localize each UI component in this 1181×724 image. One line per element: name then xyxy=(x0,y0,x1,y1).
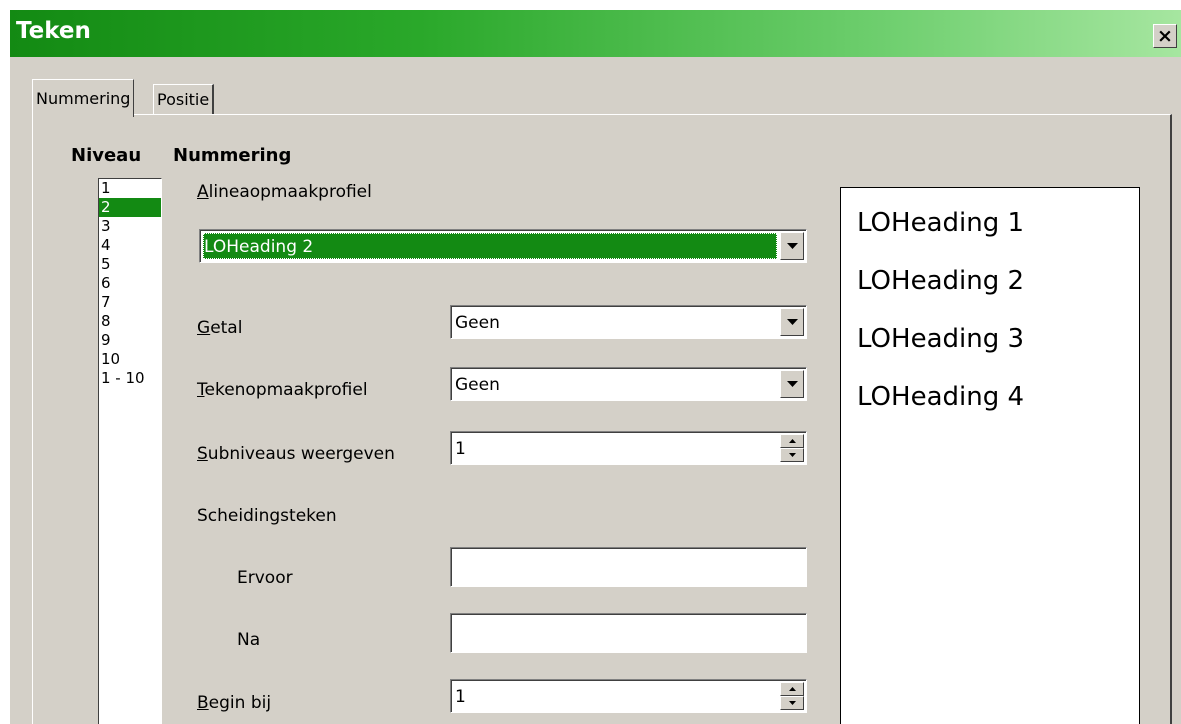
list-item[interactable]: 9 xyxy=(99,331,161,350)
show-sublevels-value: 1 xyxy=(455,439,466,459)
start-at-spinner[interactable]: 1 xyxy=(450,679,807,713)
label-accesskey: G xyxy=(197,318,211,338)
list-item[interactable]: 4 xyxy=(99,236,161,255)
show-sublevels-spinner[interactable]: 1 xyxy=(450,431,807,465)
after-input[interactable] xyxy=(450,613,807,653)
paragraph-style-label: Alineaopmaakprofiel xyxy=(197,182,372,202)
spin-up-button[interactable] xyxy=(780,682,804,696)
label-text: egin bij xyxy=(208,693,272,713)
number-select[interactable]: Geen xyxy=(450,305,807,339)
spin-up-button[interactable] xyxy=(780,434,804,448)
preview-line: LOHeading 2 xyxy=(857,266,1025,296)
arrow-up-icon xyxy=(788,439,796,443)
list-item[interactable]: 1 - 10 xyxy=(99,369,161,388)
start-at-label: Begin bij xyxy=(197,693,271,713)
label-accesskey: A xyxy=(197,182,209,202)
numbering-dialog: Teken × Nummering Positie Niveau Nummeri… xyxy=(10,10,1181,724)
char-style-label: Tekenopmaakprofiel xyxy=(197,380,368,400)
dropdown-button[interactable] xyxy=(780,370,804,398)
chevron-down-icon xyxy=(786,318,798,325)
label-accesskey: S xyxy=(197,444,208,464)
close-button[interactable]: × xyxy=(1153,24,1177,48)
separator-heading: Scheidingsteken xyxy=(197,506,337,526)
list-item-selected[interactable]: 2 xyxy=(99,198,161,217)
after-label: Na xyxy=(237,630,261,650)
chevron-down-icon xyxy=(786,242,798,249)
chevron-down-icon xyxy=(786,380,798,387)
label-text: ekenopmaakprofiel xyxy=(204,380,368,400)
tab-label: Nummering xyxy=(36,89,131,108)
paragraph-style-select[interactable]: LOHeading 2 xyxy=(199,229,807,263)
tab-positie[interactable]: Positie xyxy=(153,84,215,114)
list-item[interactable]: 1 xyxy=(99,179,161,198)
list-item[interactable]: 7 xyxy=(99,293,161,312)
list-item[interactable]: 6 xyxy=(99,274,161,293)
before-label: Ervoor xyxy=(237,568,293,588)
tab-nummering[interactable]: Nummering xyxy=(32,79,135,117)
label-text: lineaopmaakprofiel xyxy=(208,182,372,202)
paragraph-style-value: LOHeading 2 xyxy=(204,237,314,257)
arrow-down-icon xyxy=(788,701,796,705)
number-value: Geen xyxy=(455,313,500,333)
list-item[interactable]: 8 xyxy=(99,312,161,331)
dropdown-button[interactable] xyxy=(780,308,804,336)
char-style-select[interactable]: Geen xyxy=(450,367,807,401)
label-text: ubniveaus weergeven xyxy=(207,444,395,464)
spin-down-button[interactable] xyxy=(780,448,804,462)
level-list[interactable]: 1 2 3 4 5 6 7 8 9 10 1 - 10 xyxy=(98,178,162,724)
title-bar[interactable]: Teken × xyxy=(10,10,1181,57)
dropdown-button[interactable] xyxy=(780,232,804,260)
close-icon: × xyxy=(1157,24,1173,47)
tab-label: Positie xyxy=(157,90,210,109)
preview-line: LOHeading 1 xyxy=(857,208,1025,238)
level-heading: Niveau xyxy=(71,145,142,166)
show-sublevels-label: Subniveaus weergeven xyxy=(197,444,395,464)
number-label: Getal xyxy=(197,318,242,338)
start-at-value: 1 xyxy=(455,687,466,707)
list-item[interactable]: 5 xyxy=(99,255,161,274)
preview-line: LOHeading 3 xyxy=(857,324,1025,354)
preview-line: LOHeading 4 xyxy=(857,382,1025,412)
arrow-up-icon xyxy=(788,687,796,691)
spin-down-button[interactable] xyxy=(780,696,804,710)
list-item[interactable]: 3 xyxy=(99,217,161,236)
numbering-preview: LOHeading 1 LOHeading 2 LOHeading 3 LOHe… xyxy=(840,187,1140,724)
numbering-heading: Nummering xyxy=(173,145,292,166)
spin-buttons xyxy=(780,434,804,462)
label-text: etal xyxy=(210,318,243,338)
list-item[interactable]: 10 xyxy=(99,350,161,369)
spin-buttons xyxy=(780,682,804,710)
arrow-down-icon xyxy=(788,453,796,457)
before-input[interactable] xyxy=(450,547,807,587)
char-style-value: Geen xyxy=(455,375,500,395)
label-accesskey: T xyxy=(197,380,205,400)
label-accesskey: B xyxy=(197,693,209,713)
dialog-title: Teken xyxy=(16,18,91,44)
